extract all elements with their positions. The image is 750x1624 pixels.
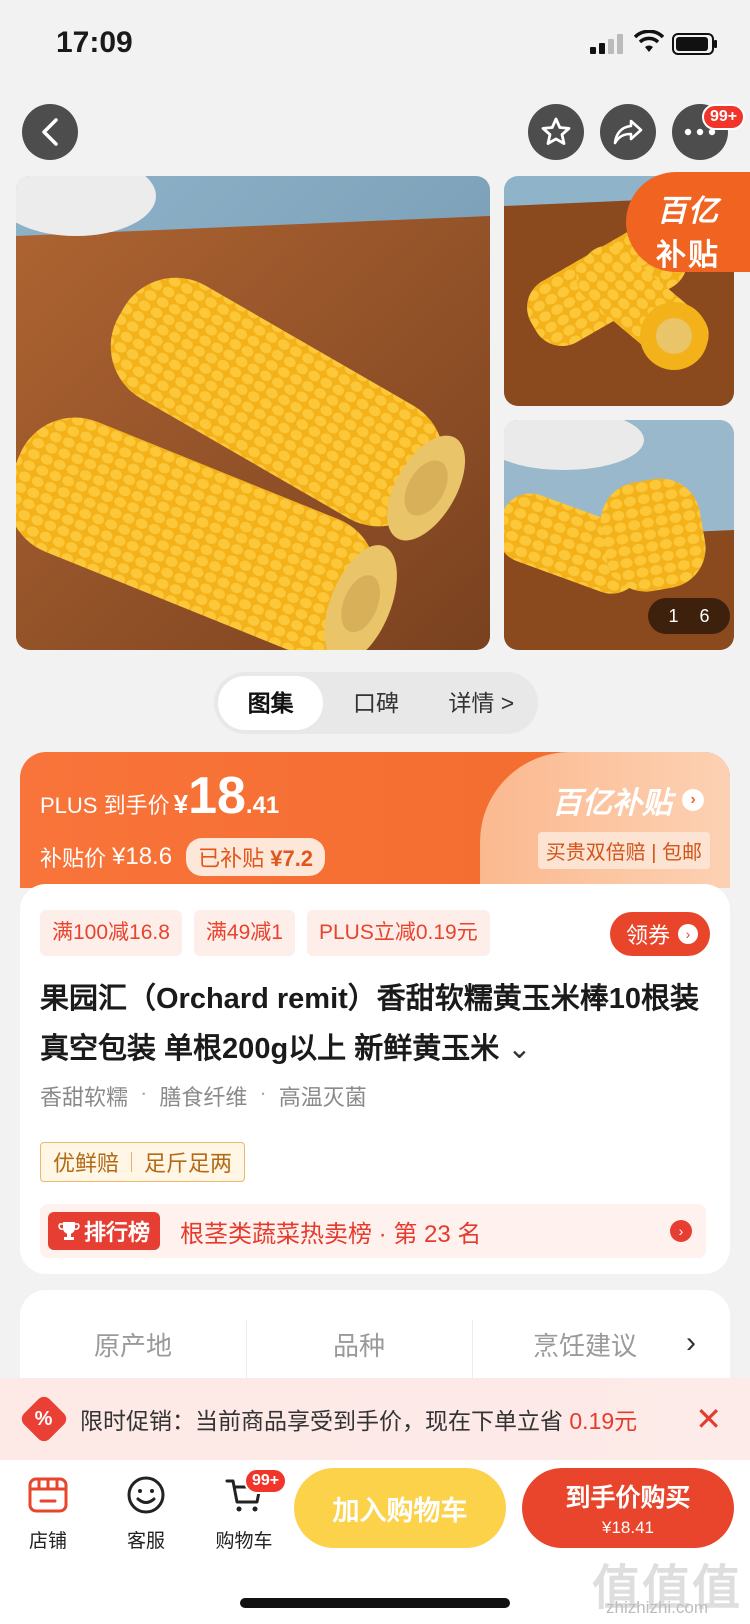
chevron-right-icon[interactable]: › (686, 1326, 696, 1360)
already-subsidized-pill: 已补贴 ¥7.2 (186, 838, 326, 876)
feature-item: 膳食纤维 (159, 1085, 248, 1110)
attr-cooking-label: 烹饪建议 (532, 1331, 637, 1361)
section-tabs: 图集 口碑 详情 > (214, 672, 538, 734)
feature-item: 香甜软糯 (40, 1085, 129, 1110)
service-smile-icon (127, 1476, 165, 1514)
ranking-tag: 排行榜 (48, 1212, 161, 1250)
subsidy-price-value: ¥18.6 (112, 843, 173, 870)
promo-banner-amount: 0.19元 (569, 1408, 638, 1434)
attr-origin-label: 原产地 (93, 1331, 172, 1361)
bullet-dot: · (140, 1080, 148, 1105)
expand-chevron-icon[interactable]: ⌄ (499, 1033, 531, 1065)
tab-details[interactable]: 详情 > (429, 676, 534, 730)
chevron-left-icon (42, 118, 58, 146)
ranking-row[interactable]: 排行榜 根茎类蔬菜热卖榜 · 第 23 名 › (40, 1204, 706, 1258)
page-current: 1 (668, 605, 679, 626)
customer-service-button[interactable]: 客服 (106, 1470, 186, 1553)
store-icon (28, 1477, 68, 1513)
signal-icon (590, 34, 623, 54)
share-button[interactable] (600, 104, 656, 160)
promo-tag[interactable]: PLUS立减0.19元 (306, 910, 490, 956)
tab-gallery[interactable]: 图集 (218, 676, 324, 730)
page-total: 6 (699, 605, 710, 626)
plus-price-label: PLUS 到手价 (40, 793, 170, 818)
price-integer: 18 (188, 767, 246, 825)
subsidy-badge: 百亿 补贴 (626, 172, 750, 272)
close-icon[interactable]: ✕ (695, 1400, 722, 1438)
guarantee-tags[interactable]: 优鲜赔 足斤足两 (40, 1142, 246, 1182)
promo-banner-text: 限时促销：当前商品享受到手价，现在下单立省 0.19元 (80, 1408, 638, 1434)
chevron-right-icon: › (682, 789, 704, 811)
promo-tag[interactable]: 满49减1 (193, 910, 295, 956)
star-icon (541, 117, 571, 145)
chevron-right-icon: › (678, 924, 698, 944)
back-button[interactable] (22, 104, 78, 160)
guarantee-item: 优鲜赔 (53, 1151, 120, 1176)
promo-tag[interactable]: 满100减16.8 (40, 910, 182, 956)
ranking-text: 根茎类蔬菜热卖榜 · 第 23 名 (180, 1220, 482, 1248)
feature-item: 高温灭菌 (278, 1085, 367, 1110)
status-time: 17:09 (56, 26, 133, 59)
add-to-cart-button[interactable]: 加入购物车 (294, 1468, 506, 1548)
guarantee-item: 足斤足两 (144, 1151, 233, 1176)
more-badge: 99+ (702, 104, 746, 130)
status-bar: 17:09 (0, 0, 750, 90)
share-icon (613, 119, 643, 145)
corn-photo-main (16, 176, 490, 650)
get-coupon-button[interactable]: 领券 › (609, 912, 710, 956)
feature-list: 香甜软糯 · 膳食纤维 · 高温灭菌 (40, 1080, 367, 1112)
favorite-button[interactable] (528, 104, 584, 160)
bullet-dot: · (259, 1080, 267, 1105)
currency-symbol: ¥ (173, 789, 189, 819)
home-indicator[interactable] (240, 1598, 510, 1608)
trophy-icon (58, 1222, 80, 1240)
buy-now-button[interactable]: 到手价购买 ¥18.41 (522, 1468, 734, 1548)
price-card: PLUS 到手价 ¥ 18 .41 补贴价 ¥18.6 已补贴 ¥7.2 百亿补… (20, 752, 730, 888)
cart-badge: 99+ (244, 1468, 288, 1494)
attr-variety-label: 品种 (332, 1331, 385, 1361)
product-info-card: 满100减16.8 满49减1 PLUS立减0.19元 领券 › 果园汇（Orc… (20, 884, 730, 1274)
gallery-page-indicator: 1 6 (648, 598, 730, 634)
billion-subsidy-link[interactable]: 百亿补贴 › (552, 778, 704, 822)
tab-reviews[interactable]: 口碑 (323, 676, 428, 730)
product-title[interactable]: 果园汇（Orchard remit）香甜软糯黄玉米棒10根装真空包装 单根200… (40, 974, 710, 1074)
wifi-icon (634, 30, 664, 52)
gallery-main-image[interactable] (16, 176, 490, 650)
plus-price-row: PLUS 到手价 ¥ 18 .41 (40, 770, 279, 822)
discount-icon: % (18, 1393, 70, 1445)
subsidy-price-row: 补贴价 ¥18.6 已补贴 ¥7.2 (40, 838, 326, 876)
subsidy-price-label: 补贴价 (40, 846, 107, 871)
price-decimal: .41 (245, 792, 280, 819)
promo-banner[interactable]: % 限时促销：当前商品享受到手价，现在下单立省 0.19元 ✕ (0, 1378, 750, 1460)
chevron-right-icon: › (670, 1220, 692, 1242)
battery-icon (672, 33, 717, 55)
store-button[interactable]: 店铺 (8, 1470, 88, 1553)
watermark-url: zhizhizhi.com (606, 1598, 709, 1617)
promo-row: 满100减16.8 满49减1 PLUS立减0.19元 (40, 910, 490, 956)
double-compensation-pill: 买贵双倍赔 | 包邮 (537, 832, 710, 869)
